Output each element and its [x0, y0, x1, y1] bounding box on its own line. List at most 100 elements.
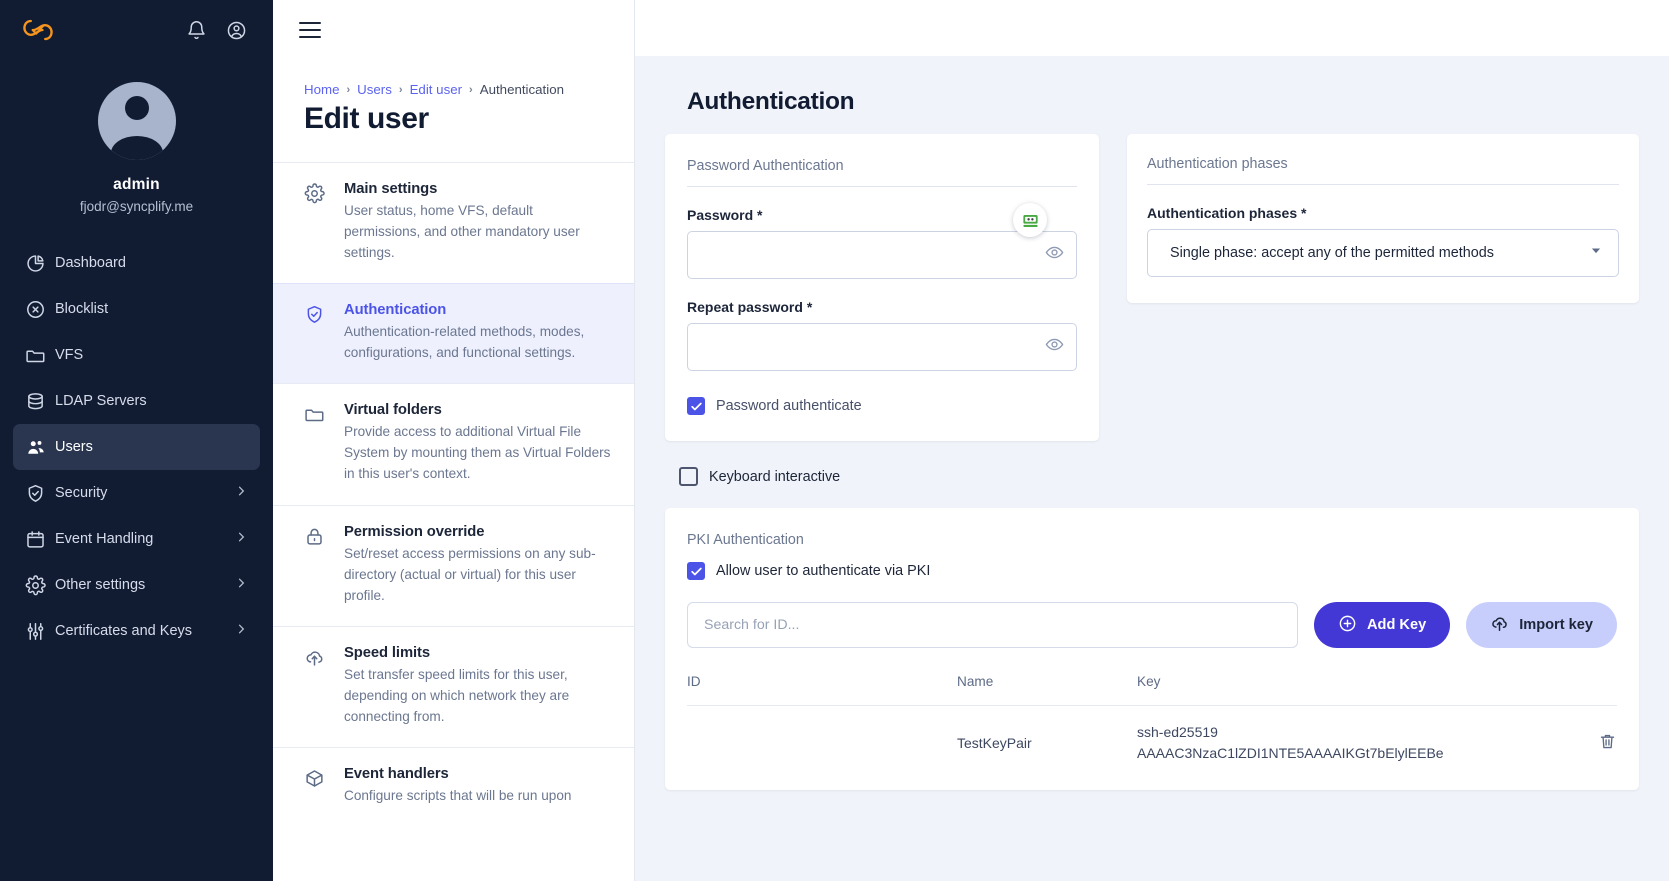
settings-item-title: Authentication: [344, 302, 447, 319]
sidebar-item-ldap-servers[interactable]: LDAP Servers: [13, 378, 260, 424]
syncplify-cloud-logo[interactable]: [18, 12, 58, 48]
repeat-password-input-wrap: [687, 323, 1077, 371]
search-input[interactable]: [687, 602, 1298, 648]
phases-section-label: Authentication phases: [1147, 156, 1619, 185]
sidebar-item-users[interactable]: Users: [13, 424, 260, 470]
allow-pki-label: Allow user to authenticate via PKI: [716, 563, 931, 579]
roboform-password-manager-icon[interactable]: [1013, 203, 1047, 237]
settings-item-title: Speed limits: [344, 644, 430, 661]
password-authenticate-row[interactable]: Password authenticate: [687, 397, 1077, 415]
breadcrumb-item: Authentication: [479, 82, 564, 97]
main-heading: Authentication: [687, 88, 855, 115]
settings-item-description: User status, home VFS, default permissio…: [344, 203, 580, 261]
gear-icon: [25, 574, 55, 596]
key-type: ssh-ed25519: [1137, 724, 1218, 740]
pki-authentication-card: PKI Authentication Allow user to authent…: [665, 508, 1639, 790]
settings-item-description: Provide access to additional Virtual Fil…: [344, 424, 611, 482]
avatar-body: [110, 136, 163, 160]
password-authentication-card: Password Authentication Password * Repea…: [665, 134, 1099, 441]
user-avatar-icon: [97, 82, 176, 160]
sidebar-item-other-settings[interactable]: Other settings: [13, 562, 260, 608]
repeat-password-field-group: Repeat password *: [687, 299, 1077, 371]
column-header: Key: [1137, 674, 1161, 689]
delete-key-button[interactable]: [1557, 705, 1617, 780]
settings-section-list: Main settings User status, home VFS, defa…: [273, 162, 634, 826]
sidebar-topbar: [0, 0, 273, 60]
breadcrumb-item[interactable]: Home: [304, 82, 339, 97]
repeat-password-eye-icon[interactable]: [1045, 335, 1064, 359]
user-name: admin: [113, 176, 160, 193]
chevron-right-icon: [234, 484, 248, 502]
sidebar-item-event-handling[interactable]: Event Handling: [13, 516, 260, 562]
phases-field-label: Authentication phases *: [1147, 205, 1307, 221]
add-key-button[interactable]: Add Key: [1313, 602, 1451, 648]
sidebar-item-security[interactable]: Security: [13, 470, 260, 516]
keyboard-interactive-checkbox[interactable]: [679, 467, 698, 486]
settings-item-event-handlers[interactable]: Event handlers Configure scripts that wil…: [273, 746, 634, 826]
settings-item-permission-override[interactable]: Permission override Set/reset access perm…: [273, 504, 634, 626]
password-input[interactable]: [687, 231, 1077, 279]
folder-icon: [25, 345, 55, 366]
main-content: Authentication Password Authentication P…: [635, 0, 1669, 881]
hamburger-line: [299, 35, 321, 38]
phases-selected-value: Single phase: accept any of the permitte…: [1170, 245, 1494, 261]
pki-controls: Add Key Import key: [687, 602, 1617, 648]
sidebar-item-label: Other settings: [55, 577, 146, 593]
breadcrumb-separator: ›: [398, 83, 403, 96]
breadcrumb-item[interactable]: Users: [357, 82, 392, 97]
users-icon: [25, 436, 55, 458]
settings-item-description: Set/reset access permissions on any sub-…: [344, 545, 596, 603]
cell-key: ssh-ed25519 AAAAC3NzaC1lZDI1NTE5AAAAIKGt7…: [1137, 705, 1557, 780]
repeat-password-input[interactable]: [687, 323, 1077, 371]
cell-name: TestKeyPair: [957, 705, 1137, 780]
settings-item-title: Permission override: [344, 523, 485, 540]
password-authenticate-checkbox[interactable]: [687, 397, 705, 415]
sidebar-item-label: Blocklist: [55, 301, 109, 317]
calendar-icon: [25, 529, 55, 550]
sidebar-item-label: LDAP Servers: [55, 393, 147, 409]
password-eye-icon[interactable]: [1045, 243, 1064, 267]
pie-chart-icon: [25, 253, 55, 274]
phases-field-group: Authentication phases * Single phase: ac…: [1147, 205, 1619, 277]
gear-icon: [304, 181, 328, 263]
settings-item-authentication[interactable]: Authentication Authentication-related met…: [273, 283, 634, 384]
keyboard-interactive-label: Keyboard interactive: [709, 468, 841, 485]
sidebar-item-certificates-and-keys[interactable]: Certificates and Keys: [13, 608, 260, 654]
import-key-button[interactable]: Import key: [1466, 602, 1617, 648]
settings-item-description: Configure scripts that will be run upon: [344, 787, 572, 803]
add-key-label: Add Key: [1366, 617, 1427, 633]
settings-item-title: Main settings: [344, 181, 438, 197]
settings-item-virtual-folders[interactable]: Virtual folders Provide access to additio…: [273, 383, 634, 504]
settings-item-main-settings[interactable]: Main settings User status, home VFS, defa…: [273, 162, 634, 283]
sidebar-item-label: Security: [55, 485, 108, 501]
shield-check-icon: [304, 302, 328, 363]
column-header: ID: [687, 674, 701, 689]
breadcrumb-separator: ›: [469, 83, 473, 96]
user-circle-icon[interactable]: [219, 13, 253, 47]
app-root: admin fjodr@syncplify.me Dashboard Blockl…: [0, 0, 1669, 881]
allow-pki-checkbox[interactable]: [687, 562, 705, 580]
table-row[interactable]: TestKeyPair ssh-ed25519 AAAAC3NzaC1lZDI1NT…: [687, 705, 1617, 780]
authentication-phases-card: Authentication phases Authentication pha…: [1127, 134, 1639, 303]
allow-pki-row[interactable]: Allow user to authenticate via PKI: [687, 562, 1617, 580]
bell-icon[interactable]: [179, 13, 213, 47]
settings-item-title: Virtual folders: [344, 402, 442, 419]
settings-item-speed-limits[interactable]: Speed limits Set transfer speed limits fo…: [273, 625, 634, 747]
sidebar-item-blocklist[interactable]: Blocklist: [13, 286, 260, 332]
pki-section-label: PKI Authentication: [687, 532, 804, 548]
keyboard-interactive-row[interactable]: Keyboard interactive: [679, 467, 1639, 486]
main-body: Authentication Password Authentication P…: [635, 56, 1669, 881]
hamburger-menu-icon[interactable]: [299, 18, 321, 43]
phases-select-wrap: Single phase: accept any of the permitte…: [1147, 229, 1619, 277]
hamburger-line: [299, 28, 321, 32]
authentication-phases-select[interactable]: Single phase: accept any of the permitte…: [1147, 229, 1619, 277]
pki-keys-table: ID Name Key TestKeyPair ssh-ed25519 AAAAC3Nz…: [687, 674, 1617, 780]
sidebar-item-vfs[interactable]: VFS: [13, 332, 260, 378]
sidebar-item-label: Dashboard: [55, 255, 126, 271]
chevron-down-icon[interactable]: [1589, 244, 1603, 263]
import-key-label: Import key: [1519, 617, 1593, 633]
sidebar-item-dashboard[interactable]: Dashboard: [13, 240, 260, 286]
breadcrumb-item[interactable]: Edit user: [410, 82, 462, 97]
settings-item-description: Set transfer speed limits for this user,…: [344, 666, 570, 724]
database-icon: [25, 391, 55, 412]
